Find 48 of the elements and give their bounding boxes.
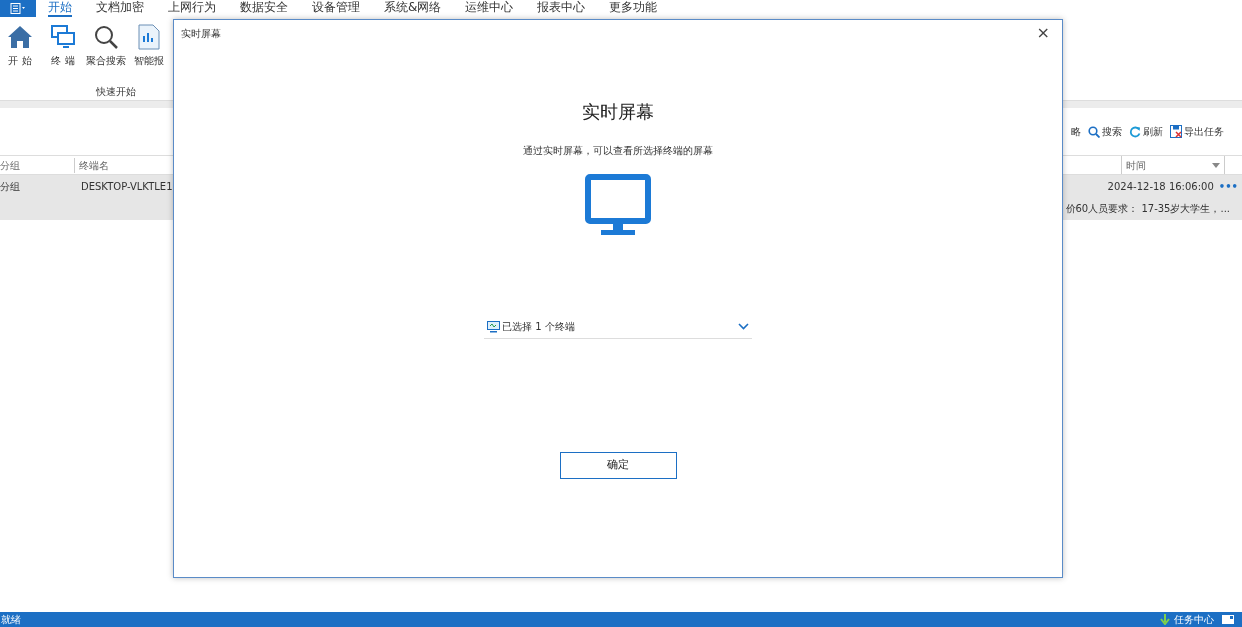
home-icon: [7, 25, 33, 49]
ribbon-button[interactable]: 终 端: [43, 23, 83, 68]
download-icon: [1160, 614, 1170, 625]
close-button[interactable]: ×: [1036, 25, 1050, 41]
group-label: 快速开始: [96, 85, 136, 99]
monitor-icon: [487, 320, 500, 333]
column-header[interactable]: 终端名: [75, 157, 165, 173]
report-icon: [138, 24, 160, 50]
toolbar-button[interactable]: 刷新: [1129, 124, 1163, 139]
menu-tab[interactable]: 上网行为: [168, 0, 216, 17]
table-cell-text: 价60人员要求： 17-35岁大学生，...: [1065, 201, 1230, 216]
task-center-button[interactable]: 任务中心: [1160, 612, 1214, 627]
ribbon-button[interactable]: 聚合搜索: [86, 23, 126, 68]
more-button[interactable]: •••: [1218, 178, 1238, 194]
toolbar-button[interactable]: 搜索: [1088, 124, 1122, 139]
refresh-icon: [1129, 125, 1141, 138]
menu-tab[interactable]: 系统&网络: [384, 0, 442, 17]
table-cell-text: 2024-12-18 16:06:00: [1107, 179, 1214, 194]
save-icon: [1170, 125, 1182, 138]
confirm-button[interactable]: 确定: [559, 452, 677, 479]
table-cell-text: 分组: [0, 179, 21, 194]
sort-icon: [1212, 162, 1220, 168]
column-header[interactable]: 分组: [0, 157, 75, 173]
message-icon: [1222, 615, 1234, 624]
app-menu-button[interactable]: [0, 0, 36, 17]
menu-tab[interactable]: 报表中心: [537, 0, 586, 17]
menu-tab[interactable]: 设备管理: [312, 0, 360, 17]
dialog-description: 通过实时屏幕，可以查看所选择终端的屏幕: [523, 144, 713, 158]
menu-tab[interactable]: 文档加密: [96, 0, 144, 17]
dialog-title: 实时屏幕: [181, 26, 221, 41]
status-text: 就绪: [1, 613, 21, 627]
chevron-down-icon: [738, 323, 749, 330]
search-icon: [1088, 125, 1100, 138]
toolbar-button[interactable]: 导出任务: [1170, 124, 1224, 139]
dialog-heading: 实时屏幕: [582, 100, 654, 124]
toolbar-button[interactable]: 略: [1071, 124, 1081, 139]
monitor-icon: [585, 174, 651, 236]
menu-tab[interactable]: 运维中心: [465, 0, 514, 17]
terminal-selector[interactable]: 已选择 1 个终端: [484, 315, 752, 339]
ribbon-button[interactable]: 开 始: [0, 23, 40, 68]
monitors-icon: [50, 24, 76, 50]
search-icon: [93, 24, 119, 50]
menu-tab[interactable]: 更多功能: [609, 0, 658, 17]
menu-tab[interactable]: 数据安全: [240, 0, 288, 17]
table-cell-text: DESKTOP-VLKTLE1: [81, 179, 173, 194]
menu-icon: [10, 3, 26, 14]
ribbon-button[interactable]: 智能报: [129, 23, 169, 68]
column-header[interactable]: 时间: [1121, 156, 1225, 174]
